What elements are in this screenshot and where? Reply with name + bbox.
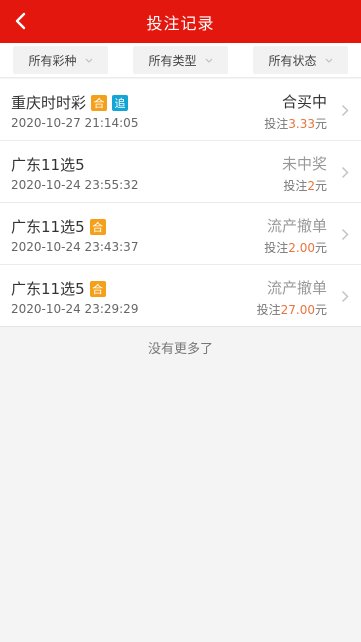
chevron-right-icon: [339, 102, 351, 118]
chevron-down-icon: [205, 58, 213, 63]
bet-amount-prefix: 投注: [264, 117, 289, 131]
bet-record-row[interactable]: 重庆时时彩 合 追 2020-10-27 21:14:05 合买中 投注3.33…: [0, 79, 361, 141]
chevron-down-icon: [85, 58, 93, 63]
chase-badge: 追: [112, 94, 129, 111]
bet-amount-prefix: 投注: [264, 241, 289, 255]
bet-record-row[interactable]: 广东11选5 合 2020-10-24 23:29:29 流产撤单 投注27.0…: [0, 265, 361, 327]
chevron-right-icon: [339, 164, 351, 180]
bet-amount-prefix: 投注: [283, 179, 308, 193]
back-button[interactable]: [8, 9, 32, 33]
chevron-right-icon: [339, 288, 351, 304]
lottery-name-text: 广东11选5: [11, 218, 85, 236]
filter-label: 所有状态: [268, 53, 317, 68]
filter-bet-type[interactable]: 所有类型: [133, 46, 228, 74]
chevron-down-icon: [325, 58, 333, 63]
lottery-name-text: 广东11选5: [11, 280, 85, 298]
bet-amount-unit: 元: [314, 179, 327, 193]
bet-amount: 投注2元: [283, 177, 327, 194]
bet-status: 流产撤单: [266, 279, 327, 297]
bet-amount: 投注2.00元: [264, 239, 327, 256]
bet-record-row[interactable]: 广东11选5 合 2020-10-24 23:43:37 流产撤单 投注2.00…: [0, 203, 361, 265]
lottery-name: 广东11选5 合: [11, 216, 106, 237]
no-more-text: 没有更多了: [147, 342, 213, 357]
bet-status: 流产撤单: [266, 217, 327, 235]
chevron-right-icon: [339, 226, 351, 242]
bet-amount-prefix: 投注: [256, 303, 281, 317]
group-buy-badge: 合: [91, 94, 108, 111]
bet-amount: 投注27.00元: [257, 301, 327, 318]
bet-amount-unit: 元: [314, 303, 327, 317]
group-buy-badge: 合: [89, 218, 106, 235]
bet-amount-value: 27.00: [280, 303, 315, 317]
bet-amount: 投注3.33元: [264, 115, 327, 132]
bet-record-row[interactable]: 广东11选5 2020-10-24 23:55:32 未中奖 投注2元: [0, 141, 361, 203]
app-header: 投注记录: [0, 0, 361, 43]
bet-amount-unit: 元: [314, 241, 327, 255]
bet-amount-value: 3.33: [288, 117, 315, 131]
filter-label: 所有彩种: [28, 53, 77, 68]
chevron-left-icon: [15, 12, 26, 30]
bet-time: 2020-10-24 23:29:29: [11, 302, 139, 316]
lottery-name: 广东11选5 合: [11, 278, 106, 299]
bet-time: 2020-10-24 23:43:37: [11, 240, 139, 254]
lottery-name: 广东11选5: [11, 154, 85, 175]
bet-status: 未中奖: [281, 155, 327, 173]
lottery-name-text: 重庆时时彩: [11, 94, 87, 112]
filter-bar: 所有彩种 所有类型 所有状态: [0, 43, 361, 78]
lottery-name: 重庆时时彩 合 追: [11, 92, 129, 113]
filter-label: 所有类型: [148, 53, 197, 68]
page-title: 投注记录: [146, 13, 215, 33]
group-buy-badge: 合: [89, 280, 106, 297]
bet-amount-value: 2.00: [288, 241, 315, 255]
lottery-name-text: 广东11选5: [11, 156, 85, 174]
bet-time: 2020-10-27 21:14:05: [11, 116, 139, 130]
filter-status[interactable]: 所有状态: [253, 46, 348, 74]
bet-time: 2020-10-24 23:55:32: [11, 178, 139, 192]
bet-amount-value: 2: [307, 179, 315, 193]
bet-record-list: 重庆时时彩 合 追 2020-10-27 21:14:05 合买中 投注3.33…: [0, 79, 361, 327]
filter-lottery-type[interactable]: 所有彩种: [13, 46, 108, 74]
bet-amount-unit: 元: [314, 117, 327, 131]
bet-status: 合买中: [281, 93, 327, 111]
